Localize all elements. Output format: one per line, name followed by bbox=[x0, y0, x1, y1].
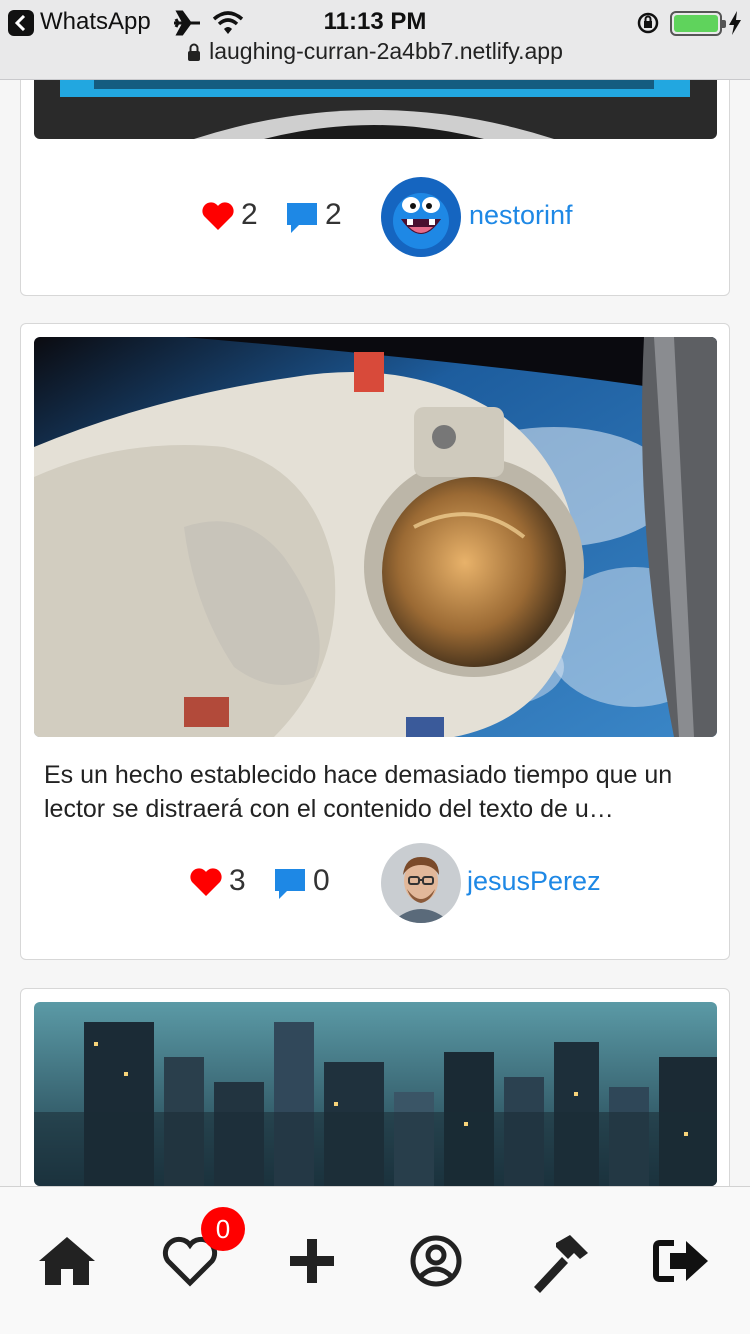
address-bar[interactable]: laughing-curran-2a4bb7.netlify.app bbox=[0, 38, 750, 72]
status-bar: WhatsApp 11:13 PM laughing-curran-2a4bb7… bbox=[0, 0, 750, 80]
nav-tools[interactable] bbox=[528, 1233, 592, 1293]
like-count: 2 bbox=[241, 198, 258, 231]
comment-icon bbox=[275, 869, 305, 899]
heart-icon bbox=[190, 868, 222, 896]
post-meta: 3 0 jesusPerez bbox=[21, 843, 729, 923]
username-link[interactable]: nestorinf bbox=[469, 195, 573, 235]
nav-home[interactable] bbox=[35, 1233, 99, 1293]
comment-icon bbox=[287, 203, 317, 233]
post-description: Es un hecho establecido hace demasiado t… bbox=[44, 761, 673, 823]
bottom-nav: 0 bbox=[0, 1186, 750, 1334]
person-avatar-graphic bbox=[381, 843, 461, 923]
post-card: Es un hecho establecido hace demasiado t… bbox=[20, 323, 730, 960]
heart-icon bbox=[202, 202, 234, 230]
nav-logout[interactable] bbox=[652, 1233, 716, 1293]
likes-badge: 0 bbox=[201, 1207, 245, 1251]
post-image[interactable] bbox=[34, 337, 717, 737]
astronaut-photo-graphic bbox=[34, 337, 717, 737]
battery-icon bbox=[670, 11, 726, 36]
status-row: WhatsApp 11:13 PM bbox=[0, 4, 750, 40]
username-link[interactable]: jesusPerez bbox=[467, 861, 601, 901]
lock-icon bbox=[188, 43, 201, 61]
sign-out-icon bbox=[653, 1240, 708, 1282]
post-image[interactable] bbox=[34, 1002, 717, 1186]
nav-profile[interactable] bbox=[406, 1233, 470, 1293]
nav-add-post[interactable] bbox=[282, 1233, 346, 1293]
post-meta: 2 2 nestorinf bbox=[21, 177, 729, 257]
city-photo-graphic bbox=[34, 1002, 717, 1186]
comment-count: 2 bbox=[325, 198, 342, 231]
avatar[interactable] bbox=[381, 177, 461, 257]
app-root: WhatsApp 11:13 PM laughing-curran-2a4bb7… bbox=[0, 0, 750, 1334]
avatar[interactable] bbox=[381, 843, 461, 923]
home-icon bbox=[39, 1237, 95, 1285]
hammer-icon bbox=[534, 1235, 588, 1293]
plus-icon bbox=[290, 1239, 334, 1283]
charging-bolt-icon bbox=[729, 11, 741, 35]
comment-count: 0 bbox=[313, 864, 330, 897]
rotation-lock-icon bbox=[637, 12, 659, 34]
like-count: 3 bbox=[229, 864, 246, 897]
user-circle-icon bbox=[410, 1235, 462, 1287]
url-text: laughing-curran-2a4bb7.netlify.app bbox=[209, 38, 563, 64]
monster-avatar-graphic bbox=[381, 177, 461, 257]
